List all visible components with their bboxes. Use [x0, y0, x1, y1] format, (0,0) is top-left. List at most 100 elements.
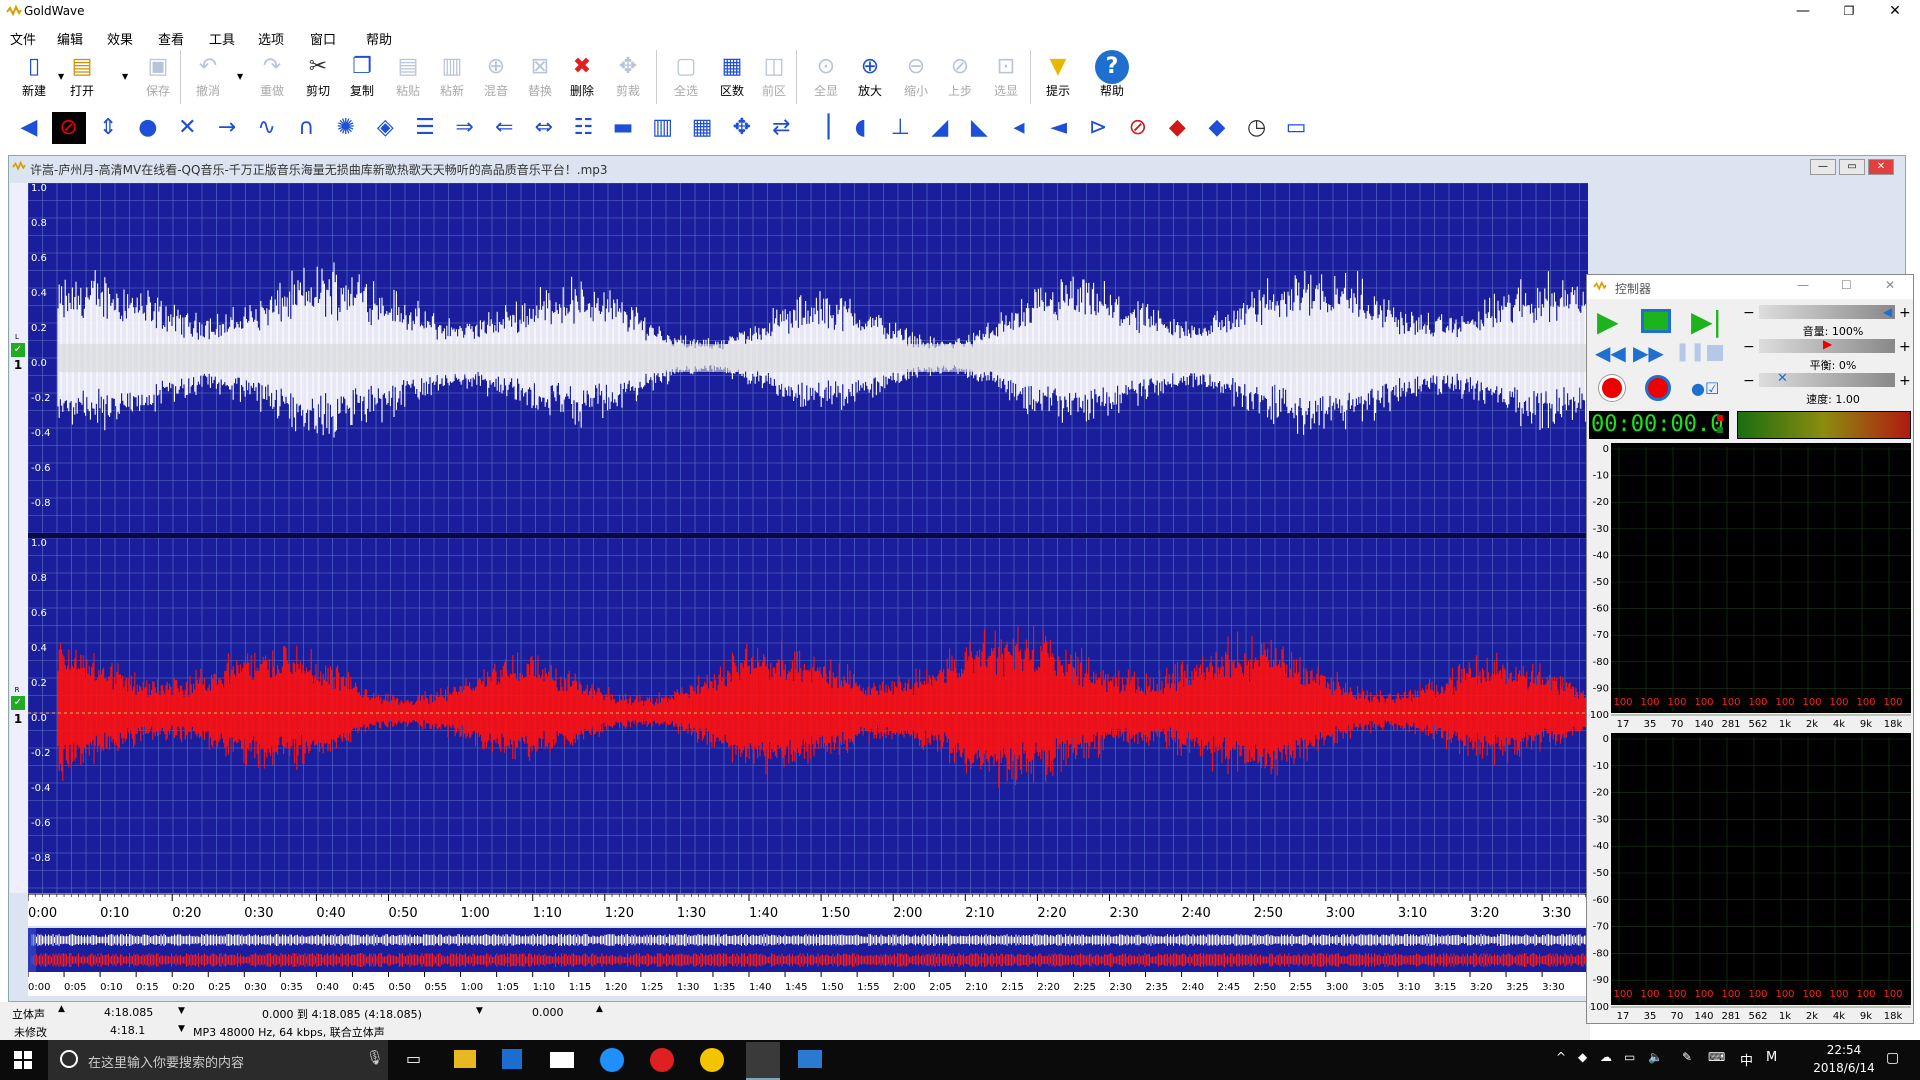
- noise-icon[interactable]: ⊳: [1081, 112, 1115, 144]
- store-icon[interactable]: [502, 1049, 522, 1069]
- keyboard-icon[interactable]: ⌨: [1708, 1050, 1725, 1064]
- mute-left-icon[interactable]: ◀: [12, 112, 46, 144]
- controller-minimize-button[interactable]: —: [1797, 278, 1809, 292]
- play-end-button[interactable]: ▶|: [1691, 305, 1722, 338]
- volume-icon[interactable]: ◈: [368, 112, 402, 144]
- menu-file[interactable]: 文件: [10, 29, 36, 48]
- new-dropdown-icon[interactable]: ▼: [58, 72, 64, 81]
- status-dropdown-icon[interactable]: ▼: [178, 1024, 185, 1034]
- menu-tools[interactable]: 工具: [209, 29, 235, 48]
- repair-icon[interactable]: ▭: [1279, 112, 1313, 144]
- speed-decrease-button[interactable]: −: [1743, 373, 1755, 389]
- echo-icon[interactable]: →: [210, 112, 244, 144]
- record-button[interactable]: [1599, 375, 1625, 401]
- menu-effects[interactable]: 效果: [107, 29, 133, 48]
- toolbar-mix-button[interactable]: ⊕ 混音: [474, 50, 518, 106]
- equalizer-icon[interactable]: ☰: [408, 112, 442, 144]
- compress-icon[interactable]: ▦: [685, 112, 719, 144]
- toolbar-open-folder-button[interactable]: ▤ 打开: [60, 50, 104, 106]
- toolbar-delete-button[interactable]: ✖ 删除: [560, 50, 604, 106]
- toolbar-cue-button[interactable]: ▦ 区数: [710, 50, 754, 106]
- fade-out-icon[interactable]: ◢: [923, 112, 957, 144]
- spectrum-icon[interactable]: ▥: [646, 112, 680, 144]
- volume-increase-button[interactable]: +: [1899, 305, 1911, 321]
- balance-decrease-button[interactable]: −: [1743, 339, 1755, 355]
- toolbar-paste-new-button[interactable]: ▥ 粘新: [430, 50, 474, 106]
- speed-thumb-icon[interactable]: ✕: [1777, 371, 1788, 386]
- overview-view-marker[interactable]: [28, 928, 36, 972]
- volume-tray-icon[interactable]: 🔈: [1648, 1050, 1663, 1064]
- doc-minimize-button[interactable]: —: [1810, 159, 1836, 175]
- controller-close-button[interactable]: ✕: [1885, 278, 1895, 292]
- status-arrow-icon[interactable]: ▲: [58, 1004, 65, 1014]
- offset-icon[interactable]: ⇐: [487, 112, 521, 144]
- toolbar-zoom-in-button[interactable]: ⊕ 放大: [848, 50, 892, 106]
- task-view-icon[interactable]: ▭: [406, 1049, 421, 1068]
- toolbar-tip-button[interactable]: ▼ 提示: [1036, 50, 1080, 106]
- toolbar-zoom-out-button[interactable]: ⊖ 缩小: [894, 50, 938, 106]
- tray-expand-icon[interactable]: ^: [1556, 1050, 1566, 1064]
- toolbar-new-file-button[interactable]: ▯ 新建: [12, 50, 56, 106]
- menu-edit[interactable]: 编辑: [57, 29, 83, 48]
- network-icon[interactable]: ▭: [1624, 1050, 1635, 1064]
- volume-match-icon[interactable]: ◄: [1042, 112, 1076, 144]
- controller-maximize-button[interactable]: ☐: [1841, 278, 1852, 292]
- mechanize-icon[interactable]: ✕: [170, 112, 204, 144]
- filter-icon[interactable]: ☷: [566, 112, 600, 144]
- toolbar-paste-button[interactable]: ▤ 粘贴: [386, 50, 430, 106]
- stop-icon[interactable]: ⊘: [51, 112, 86, 144]
- menu-window[interactable]: 窗口: [310, 29, 336, 48]
- toolbar-copy-button[interactable]: ❐ 复制: [340, 50, 384, 106]
- overview-waveform[interactable]: [28, 928, 1588, 972]
- toolbar-zoom-all-button[interactable]: ⊙ 全显: [804, 50, 848, 106]
- toolbar-redo-button[interactable]: ↷ 重做: [250, 50, 294, 106]
- flanger-icon[interactable]: ∿: [250, 112, 284, 144]
- netease-music-icon[interactable]: [650, 1048, 674, 1072]
- mail-icon[interactable]: [550, 1052, 574, 1068]
- fade-in-icon[interactable]: ⇒: [448, 112, 482, 144]
- fast-forward-button[interactable]: ▶▶: [1633, 341, 1664, 365]
- undo-dropdown-icon[interactable]: ▼: [237, 72, 243, 81]
- notification-icon[interactable]: ▢: [1886, 1050, 1899, 1066]
- doppler-icon[interactable]: ●: [131, 112, 165, 144]
- balance-increase-button[interactable]: +: [1899, 339, 1911, 355]
- toolbar-replace-button[interactable]: ⊠ 替换: [518, 50, 562, 106]
- toolbar-zoom-previous-button[interactable]: ⊘ 上步: [938, 50, 982, 106]
- menu-options[interactable]: 选项: [258, 29, 284, 48]
- right-channel-checkbox[interactable]: ✓: [11, 696, 25, 710]
- play-button[interactable]: ▶: [1597, 305, 1619, 338]
- pan-icon[interactable]: ⇔: [527, 112, 561, 144]
- goldwave-taskbar-icon[interactable]: [746, 1042, 780, 1080]
- volume-decrease-button[interactable]: −: [1743, 305, 1755, 321]
- windows-start-icon[interactable]: [14, 1051, 32, 1069]
- clip-icon[interactable]: ◆: [1200, 112, 1234, 144]
- pop-icon[interactable]: ⊘: [1121, 112, 1155, 144]
- invert-icon[interactable]: ⇕: [91, 112, 125, 144]
- pen-icon[interactable]: ✎: [1682, 1050, 1692, 1064]
- microphone-icon[interactable]: 🎙: [366, 1050, 384, 1066]
- volume-change-icon[interactable]: ◂: [1002, 112, 1036, 144]
- band-icon[interactable]: ▬: [606, 112, 640, 144]
- toolbar-previous-cue-button[interactable]: ◫ 前区: [752, 50, 796, 106]
- pause-button[interactable]: ❚❚: [1675, 341, 1705, 362]
- toolbar-scissors-button[interactable]: ✂ 剪切: [296, 50, 340, 106]
- time-warp-icon[interactable]: ◷: [1240, 112, 1274, 144]
- play-selection-button[interactable]: [1641, 309, 1671, 333]
- waveform-display[interactable]: 1.0 0.8 0.6 0.4 0.2 0.0 -0.2 -0.4 -0.6 -0.8 1.0 0.8…: [28, 183, 1588, 893]
- status-arrow-icon[interactable]: ▲: [596, 1004, 603, 1014]
- doc-close-button[interactable]: ✕: [1868, 159, 1894, 175]
- toolbar-help-button[interactable]: ? 帮助: [1090, 50, 1134, 106]
- expand-icon[interactable]: ✥: [725, 112, 759, 144]
- toolbar-trim-button[interactable]: ✥ 剪裁: [606, 50, 650, 106]
- browser-icon[interactable]: [600, 1048, 624, 1072]
- speed-increase-button[interactable]: +: [1899, 373, 1911, 389]
- silence-icon[interactable]: ◆: [1160, 112, 1194, 144]
- restore-button[interactable]: ❐: [1826, 0, 1872, 24]
- minimize-button[interactable]: —: [1780, 0, 1826, 24]
- toolbar-zoom-selection-button[interactable]: ⊡ 选显: [984, 50, 1028, 106]
- maximize-icon[interactable]: ⇄: [764, 112, 798, 144]
- pitch-icon[interactable]: ∩: [289, 112, 323, 144]
- close-button[interactable]: ✕: [1872, 0, 1918, 24]
- volume-slider[interactable]: [1759, 305, 1895, 319]
- open-dropdown-icon[interactable]: ▼: [122, 72, 128, 81]
